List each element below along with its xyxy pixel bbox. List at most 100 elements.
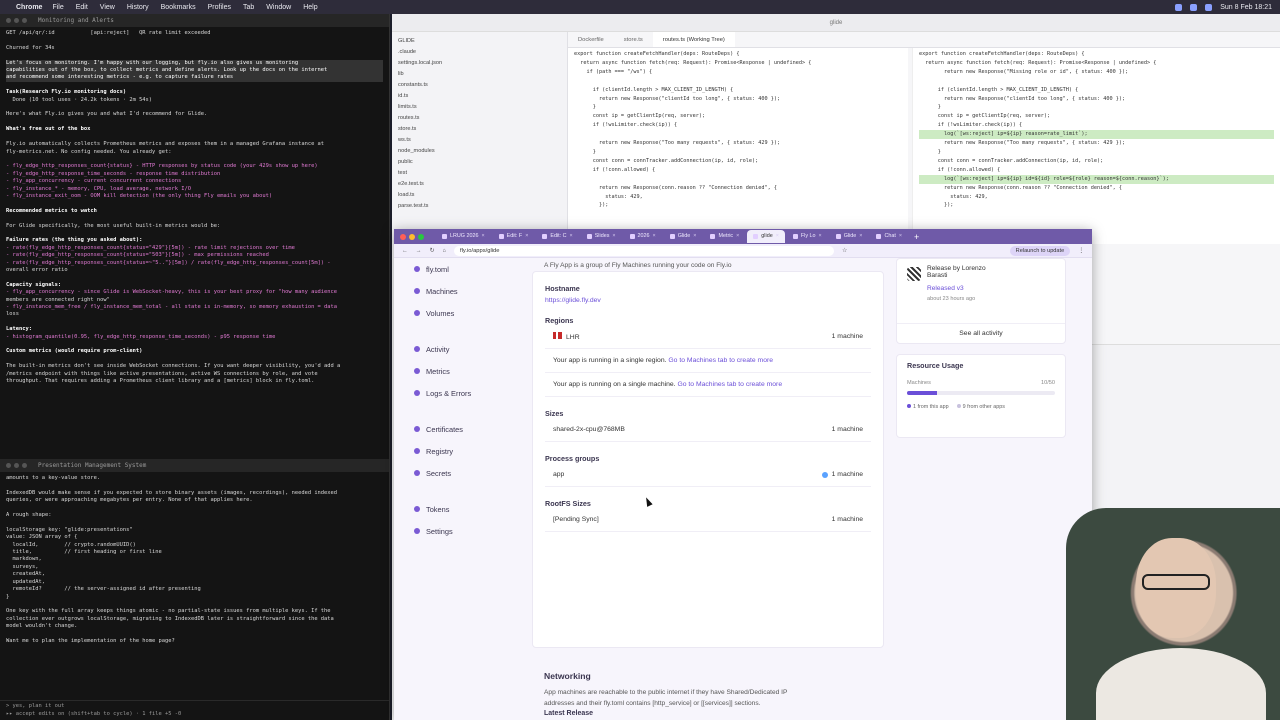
browser-tab[interactable]: Slides × — [581, 230, 622, 243]
release-version-link[interactable]: Released v3 — [927, 285, 1055, 292]
browser-tab-label: Metric — [718, 233, 734, 239]
sidebar-item-secrets[interactable]: Secrets — [414, 462, 530, 484]
close-icon[interactable]: × — [736, 230, 739, 243]
menubar-app-name[interactable]: Chrome — [16, 4, 42, 11]
close-icon[interactable]: × — [859, 230, 862, 243]
close-icon[interactable]: × — [612, 230, 615, 243]
bookmark-star-icon[interactable]: ☆ — [842, 248, 847, 254]
favicon-icon — [498, 234, 504, 239]
chrome-window[interactable]: LRUG 2026 × Edit: F × Edit: C × Slides × 2026 × Gl… — [394, 229, 1092, 720]
window-controls[interactable] — [6, 463, 27, 468]
close-icon[interactable]: × — [776, 230, 779, 243]
sidebar-item-fly-toml[interactable]: fly.toml — [414, 258, 530, 280]
text-line — [6, 274, 383, 281]
menu-profiles[interactable]: Profiles — [208, 4, 231, 11]
sidebar-item-machines[interactable]: Machines — [414, 280, 530, 302]
menu-kebab-icon[interactable]: ⋮ — [1078, 248, 1084, 254]
networking-text-line: addresses and their fly.toml contains [h… — [544, 700, 761, 707]
info-icon[interactable] — [821, 471, 828, 478]
reload-icon[interactable]: ↻ — [430, 248, 435, 254]
terminal-monitoring[interactable]: Monitoring and Alerts GET /api/qr/:id [a… — [0, 14, 390, 459]
home-icon[interactable]: ⌂ — [442, 248, 446, 254]
sidebar-item-certificates[interactable]: Certificates — [414, 418, 530, 440]
region-row: LHR 1 machine — [545, 325, 871, 349]
sidebar-item-activity[interactable]: Activity — [414, 338, 530, 360]
menu-bookmarks[interactable]: Bookmarks — [161, 4, 196, 11]
close-icon[interactable]: × — [899, 230, 902, 243]
back-icon[interactable]: ← — [402, 248, 408, 254]
close-icon[interactable]: × — [653, 230, 656, 243]
browser-tab[interactable]: LRUG 2026 × — [436, 230, 491, 243]
browser-tab[interactable]: 2026 × — [624, 230, 662, 243]
menu-help[interactable]: Help — [303, 4, 317, 11]
terminal-titlebar: Presentation Management System — [0, 459, 389, 472]
editor-tabs[interactable]: Dockerfile store.ts routes.ts (Working T… — [568, 32, 1280, 48]
diff-left-pane[interactable]: export function createFetchHandler(deps:… — [568, 48, 908, 244]
menu-edit[interactable]: Edit — [76, 4, 88, 11]
status-icon[interactable] — [1205, 3, 1213, 11]
browser-tab[interactable]: glide × — [747, 230, 785, 243]
close-icon[interactable]: × — [481, 230, 484, 243]
see-all-activity-button[interactable]: See all activity — [897, 323, 1065, 337]
window-controls[interactable] — [6, 18, 27, 23]
browser-tab[interactable]: Edit: F × — [493, 230, 535, 243]
sidebar-item-volumes[interactable]: Volumes — [414, 302, 530, 324]
file-explorer[interactable]: GLIDE .claude settings.local.json lib consta… — [392, 32, 568, 242]
tab-dockerfile[interactable]: Dockerfile — [568, 32, 614, 47]
close-icon[interactable]: × — [570, 230, 573, 243]
menubar-clock[interactable]: Sun 8 Feb 18:21 — [1220, 4, 1272, 11]
menu-view[interactable]: View — [100, 4, 115, 11]
menu-window[interactable]: Window — [266, 4, 291, 11]
machines-tab-link[interactable]: Go to Machines tab to create more — [668, 357, 773, 364]
text-line: log(`[ws:reject] ip=${ip} reason=rate_li… — [919, 130, 1274, 140]
text-line: } — [919, 148, 941, 155]
new-tab-icon[interactable]: + — [914, 232, 919, 242]
sidebar-item-registry[interactable]: Registry — [414, 440, 530, 462]
relaunch-button[interactable]: Relaunch to update — [1009, 245, 1071, 256]
browser-tab[interactable]: Metric × — [704, 230, 745, 243]
text-line: - fly_instance_* - memory, CPU, load ave… — [6, 185, 191, 192]
menu-file[interactable]: File — [52, 4, 63, 11]
close-icon[interactable]: × — [693, 230, 696, 243]
certificate-icon — [414, 426, 420, 432]
text-line: The built-in metrics don't see inside We… — [6, 363, 341, 370]
status-icon[interactable] — [1190, 3, 1198, 11]
tab-routes-diff[interactable]: routes.ts (Working Tree) — [652, 32, 735, 47]
browser-tab[interactable]: Glide × — [830, 230, 869, 243]
text-line: /metrics endpoint with things like activ… — [6, 370, 318, 377]
address-bar[interactable]: fly.io/apps/glide — [453, 245, 834, 256]
close-icon[interactable]: × — [525, 230, 528, 243]
text-line: Want me to plan the implementation of th… — [6, 637, 175, 644]
terminal-panel[interactable] — [1092, 344, 1280, 511]
registry-icon — [414, 448, 420, 454]
process-row: app 1 machine — [545, 463, 871, 487]
tab-store[interactable]: store.ts — [614, 32, 653, 47]
text-line — [6, 156, 383, 163]
text-line: - fly_edge_http_responses_count{status} … — [6, 163, 318, 170]
terminal-input[interactable]: > yes, plan it out — [6, 703, 383, 710]
sidebar-item-metrics[interactable]: Metrics — [414, 360, 530, 382]
tab-strip[interactable]: LRUG 2026 × Edit: F × Edit: C × Slides × 2026 × Gl… — [394, 229, 1092, 244]
sidebar-item-tokens[interactable]: Tokens — [414, 498, 530, 520]
forward-icon[interactable]: → — [416, 248, 422, 254]
browser-tab[interactable]: Glide × — [664, 230, 703, 243]
terminal-presentation[interactable]: Presentation Management System amounts t… — [0, 459, 390, 720]
favicon-icon — [586, 234, 592, 239]
avatar — [907, 267, 921, 281]
browser-tab[interactable]: Fly Lo × — [787, 230, 828, 243]
menu-history[interactable]: History — [127, 4, 149, 11]
sidebar-item-logs[interactable]: Logs & Errors — [414, 382, 530, 404]
browser-tab[interactable]: Edit: C × — [536, 230, 578, 243]
terminal-prompt[interactable]: > yes, plan it out ▸▸ accept edits on (s… — [0, 700, 389, 720]
text-line — [6, 356, 383, 363]
sidebar-item-settings[interactable]: Settings — [414, 520, 530, 542]
status-icon[interactable] — [1175, 3, 1183, 11]
browser-tab[interactable]: Chat × — [870, 230, 908, 243]
window-controls[interactable] — [400, 233, 424, 240]
close-icon[interactable]: × — [819, 230, 822, 243]
machines-tab-link[interactable]: Go to Machines tab to create more — [677, 381, 782, 388]
legend-other-apps: 9 from other apps — [956, 404, 1005, 410]
menu-tab[interactable]: Tab — [243, 4, 254, 11]
hostname-link[interactable]: https://glide.fly.dev — [545, 297, 871, 304]
diff-right-pane[interactable]: export function createFetchHandler(deps:… — [912, 48, 1280, 244]
